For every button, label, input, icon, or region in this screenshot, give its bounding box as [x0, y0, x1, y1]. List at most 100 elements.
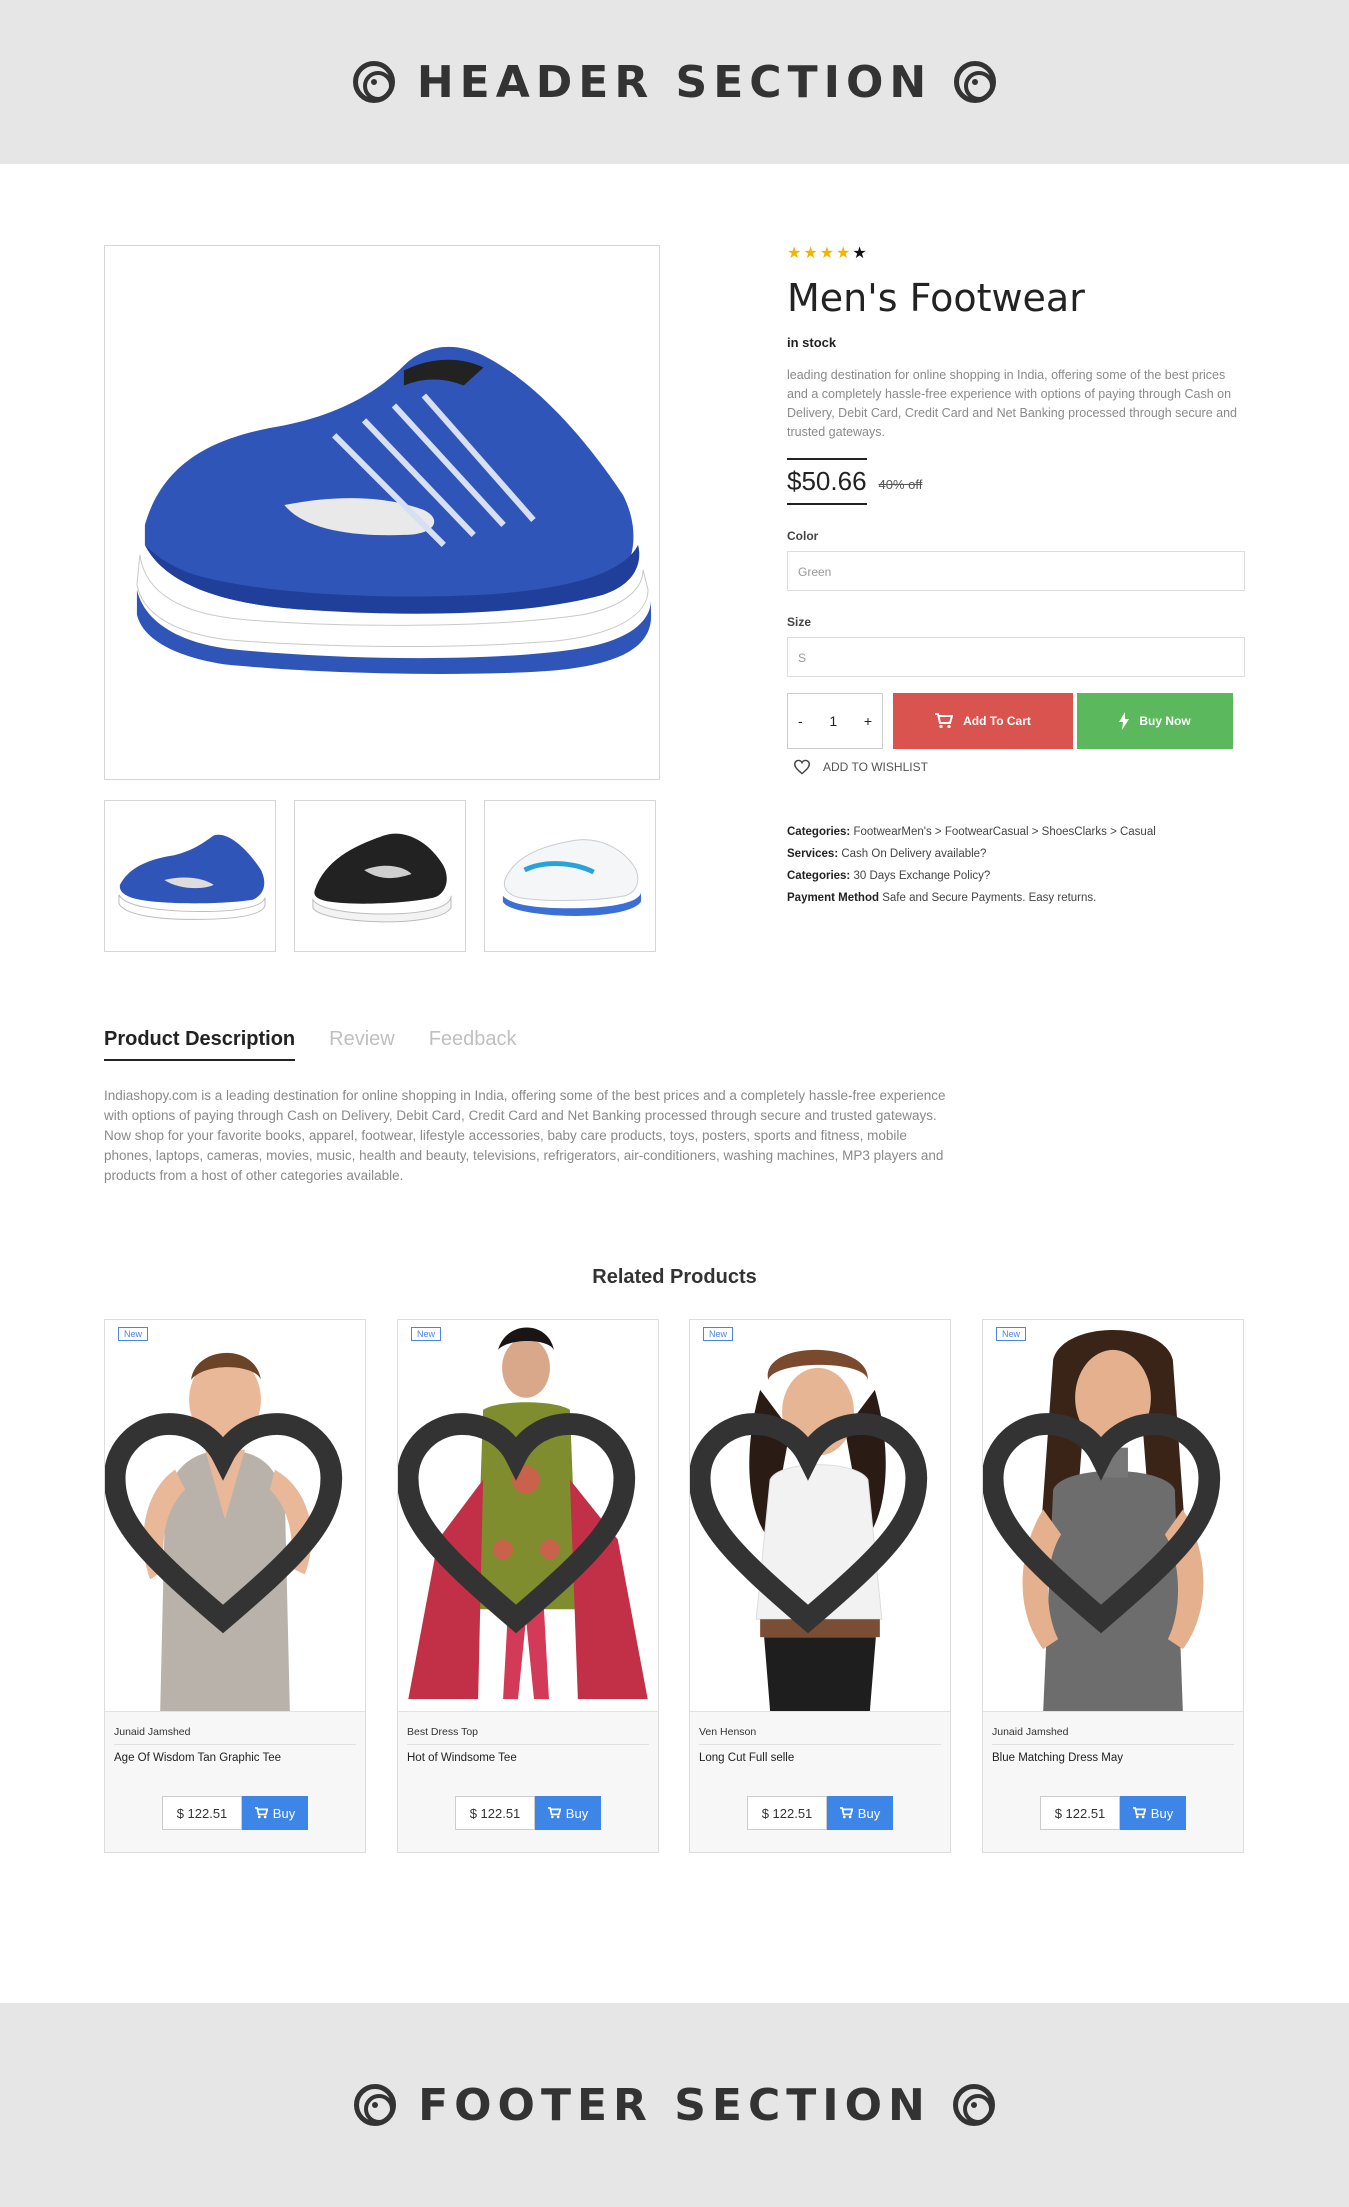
meta-label: Categories:: [787, 826, 851, 838]
lightning-icon: [1119, 712, 1130, 730]
product-discount: 40% off: [878, 477, 923, 492]
product-card-price: $ 122.51: [455, 1796, 535, 1830]
star-icon: ★: [803, 245, 820, 262]
color-select[interactable]: Green: [787, 551, 1245, 591]
heart-icon[interactable]: [398, 1326, 646, 1712]
product-main-image[interactable]: [104, 245, 660, 780]
add-to-cart-label: Add To Cart: [963, 714, 1031, 728]
tab-review[interactable]: Review: [329, 1028, 395, 1061]
product-card[interactable]: New Ven Henson Long Cut Full selle $ 122…: [689, 1319, 951, 1853]
product-card-image: New: [398, 1320, 658, 1712]
product-tabs: Product Description Review Feedback: [104, 1028, 517, 1061]
header-section: HEADER SECTION: [0, 0, 1349, 164]
buy-label: Buy: [1150, 1805, 1174, 1821]
buy-label: Buy: [565, 1805, 589, 1821]
add-to-cart-button[interactable]: Add To Cart: [893, 693, 1073, 749]
quantity-decrement-button[interactable]: -: [798, 713, 803, 729]
product-price: $50.66: [787, 458, 867, 505]
quantity-stepper: - 1 +: [787, 693, 883, 749]
thumbnail-2[interactable]: [294, 800, 466, 952]
product-card-brand: Junaid Jamshed: [992, 1726, 1234, 1745]
shoe-thumb-blue: [118, 834, 266, 920]
product-card-brand: Ven Henson: [699, 1726, 941, 1745]
meta-row: Services: Cash On Delivery available?: [787, 843, 1245, 865]
product-card-price: $ 122.51: [747, 1796, 827, 1830]
buy-button[interactable]: Buy: [535, 1796, 601, 1830]
product-card-image: New: [105, 1320, 365, 1712]
heart-icon: [793, 759, 811, 775]
tab-feedback[interactable]: Feedback: [429, 1028, 517, 1061]
cart-icon: [1132, 1807, 1146, 1819]
product-description-text: Indiashopy.com is a leading destination …: [104, 1088, 946, 1183]
buy-button[interactable]: Buy: [1120, 1796, 1186, 1830]
tab-product-description[interactable]: Product Description: [104, 1028, 296, 1061]
product-card-name[interactable]: Long Cut Full selle: [699, 1752, 794, 1764]
cart-icon: [935, 713, 954, 729]
product-card-image: New: [983, 1320, 1243, 1712]
product-card-name[interactable]: Age Of Wisdom Tan Graphic Tee: [114, 1752, 281, 1764]
buy-button[interactable]: Buy: [827, 1796, 893, 1830]
size-select[interactable]: S: [787, 637, 1245, 677]
size-label: Size: [787, 615, 812, 629]
meta-label: Categories:: [787, 870, 851, 882]
buy-now-label: Buy Now: [1139, 714, 1191, 728]
header-title: HEADER SECTION: [416, 56, 933, 108]
product-card-price: $ 122.51: [1040, 1796, 1120, 1830]
product-card-price: $ 122.51: [162, 1796, 242, 1830]
color-label: Color: [787, 529, 819, 543]
add-to-wishlist-link[interactable]: ADD TO WISHLIST: [787, 759, 1245, 775]
cart-icon: [839, 1807, 853, 1819]
buy-label: Buy: [857, 1805, 881, 1821]
star-icon: ★: [819, 245, 837, 262]
product-card-image: New: [690, 1320, 950, 1712]
meta-value: 30 Days Exchange Policy?: [853, 870, 991, 882]
meta-label: Payment Method: [787, 892, 880, 904]
star-icon: ★: [852, 245, 869, 262]
product-info: ★★★★★ Men's Footwear in stock leading de…: [787, 245, 1245, 909]
meta-row: Payment Method Safe and Secure Payments.…: [787, 887, 1245, 909]
cart-icon: [547, 1807, 561, 1819]
footer-section: FOOTER SECTION: [0, 2003, 1349, 2207]
buy-label: Buy: [272, 1805, 296, 1821]
product-card[interactable]: New Best Dress Top Hot of Windsome Tee $…: [397, 1319, 659, 1853]
meta-label: Services:: [787, 848, 839, 860]
star-icon: ★: [836, 245, 853, 262]
meta-value: FootwearMen's > FootwearCasual > ShoesCl…: [853, 826, 1156, 838]
product-card-name[interactable]: Blue Matching Dress May: [992, 1752, 1123, 1764]
heart-icon[interactable]: [983, 1326, 1231, 1712]
target-icon: [354, 2084, 397, 2126]
product-title: Men's Footwear: [787, 276, 1085, 320]
meta-row: Categories: FootwearMen's > FootwearCasu…: [787, 821, 1245, 843]
shoe-thumb-black: [312, 833, 452, 923]
product-card-name[interactable]: Hot of Windsome Tee: [407, 1752, 517, 1764]
heart-icon[interactable]: [105, 1326, 353, 1712]
product-meta: Categories: FootwearMen's > FootwearCasu…: [787, 821, 1245, 909]
product-short-description: leading destination for online shopping …: [787, 368, 1237, 439]
meta-row: Categories: 30 Days Exchange Policy?: [787, 865, 1245, 887]
target-icon: [954, 61, 997, 103]
footer-title: FOOTER SECTION: [418, 2079, 931, 2131]
thumbnail-1[interactable]: [104, 800, 276, 952]
quantity-value[interactable]: 1: [829, 713, 837, 729]
thumbnail-3[interactable]: [484, 800, 656, 952]
buy-button[interactable]: Buy: [242, 1796, 308, 1830]
product-card[interactable]: New Junaid Jamshed Age Of Wisdom Tan Gra…: [104, 1319, 366, 1853]
buy-now-button[interactable]: Buy Now: [1077, 693, 1233, 749]
rating-stars: ★★★★★: [787, 245, 1245, 263]
meta-value: Cash On Delivery available?: [841, 848, 987, 860]
product-card-brand: Junaid Jamshed: [114, 1726, 356, 1745]
star-icon: ★: [787, 245, 804, 262]
meta-value: Safe and Secure Payments. Easy returns.: [882, 892, 1097, 904]
stock-status: in stock: [787, 335, 837, 350]
target-icon: [352, 61, 395, 103]
wishlist-label: ADD TO WISHLIST: [823, 760, 928, 774]
heart-icon[interactable]: [690, 1326, 938, 1712]
quantity-increment-button[interactable]: +: [864, 713, 872, 729]
related-products-title: Related Products: [592, 1266, 757, 1288]
cart-icon: [254, 1807, 268, 1819]
product-card-brand: Best Dress Top: [407, 1726, 649, 1745]
target-icon: [952, 2084, 995, 2126]
shoe-image-blue: [136, 346, 651, 674]
product-card[interactable]: New Junaid Jamshed Blue Matching Dress M…: [982, 1319, 1244, 1853]
shoe-thumb-white: [502, 839, 642, 916]
